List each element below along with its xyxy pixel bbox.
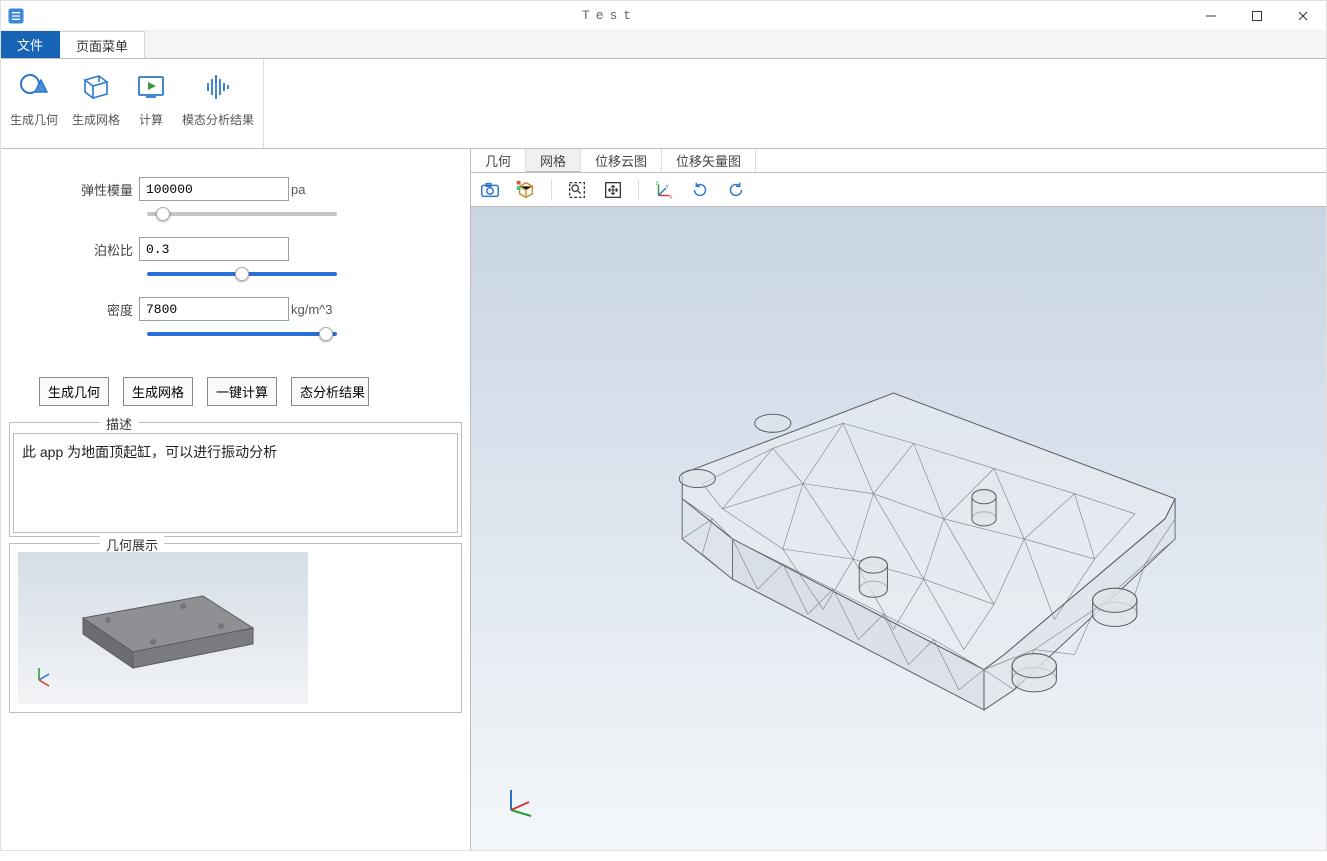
slider-poisson-row <box>69 265 452 297</box>
right-panel: 几何 网格 位移云图 位移矢量图 <box>471 149 1326 850</box>
geometry-icon <box>16 67 52 107</box>
window-title: Test <box>31 8 1188 23</box>
view-toolbar: z xy <box>471 173 1326 207</box>
ribbon-label: 模态分析结果 <box>182 107 254 128</box>
main-tab-strip: 文件 页面菜单 <box>1 31 1326 59</box>
axis-triad <box>501 780 541 820</box>
ribbon-label: 生成网格 <box>72 107 120 128</box>
axis-triad-icon[interactable]: z xy <box>651 177 677 203</box>
ribbon-label: 生成几何 <box>10 107 58 128</box>
minimize-button[interactable] <box>1188 1 1234 31</box>
screenshot-icon[interactable] <box>477 177 503 203</box>
input-density[interactable] <box>139 297 289 321</box>
btn-one-click-compute[interactable]: 一键计算 <box>207 377 277 406</box>
mesh-render <box>471 207 1326 861</box>
row-poisson: 泊松比 <box>69 237 452 261</box>
row-elastic-modulus: 弹性模量 pa <box>69 177 452 201</box>
tab-page-menu[interactable]: 页面菜单 <box>60 31 145 58</box>
close-button[interactable] <box>1280 1 1326 31</box>
slider-elastic-modulus-row <box>69 205 452 237</box>
input-elastic-modulus[interactable] <box>139 177 289 201</box>
btn-generate-geometry[interactable]: 生成几何 <box>39 377 109 406</box>
view-tab-mesh[interactable]: 网格 <box>526 149 581 173</box>
svg-text:x: x <box>670 194 673 200</box>
mesh-icon <box>78 67 114 107</box>
tab-file[interactable]: 文件 <box>1 31 60 58</box>
btn-generate-mesh[interactable]: 生成网格 <box>123 377 193 406</box>
label-elastic-modulus: 弹性模量 <box>69 180 139 199</box>
geometry-preview-svg <box>33 558 293 698</box>
btn-modal-analysis-result[interactable]: 态分析结果 <box>291 377 369 406</box>
ribbon-modal-result[interactable]: 模态分析结果 <box>175 63 261 144</box>
row-density: 密度 kg/m^3 <box>69 297 452 321</box>
app-icon <box>1 1 31 31</box>
svg-text:z: z <box>656 180 659 186</box>
slider-elastic-modulus[interactable] <box>147 212 337 216</box>
maximize-button[interactable] <box>1234 1 1280 31</box>
ribbon-compute[interactable]: 计算 <box>127 63 175 144</box>
toolbar-separator <box>638 179 639 201</box>
ribbon-generate-geometry[interactable]: 生成几何 <box>3 63 65 144</box>
wave-icon <box>200 67 236 107</box>
geometry-preview-fieldset: 几何展示 <box>9 543 462 713</box>
geometry-preview <box>18 552 308 704</box>
rotate-right-icon[interactable] <box>723 177 749 203</box>
description-fieldset: 描述 此 app 为地面顶起缸，可以进行振动分析 <box>9 422 462 537</box>
ribbon: 生成几何 生成网格 计 <box>1 59 1326 149</box>
svg-text:y: y <box>666 183 669 189</box>
ribbon-label: 计算 <box>139 107 163 128</box>
unit-elastic-modulus: pa <box>291 182 305 197</box>
3d-canvas[interactable] <box>471 207 1326 850</box>
slider-density[interactable] <box>147 332 337 336</box>
description-text[interactable]: 此 app 为地面顶起缸，可以进行振动分析 <box>13 433 458 533</box>
window-buttons <box>1188 1 1326 31</box>
title-bar: Test <box>1 1 1326 31</box>
view-tab-geometry[interactable]: 几何 <box>471 149 526 172</box>
ribbon-group: 生成几何 生成网格 计 <box>1 59 264 148</box>
view-tab-strip: 几何 网格 位移云图 位移矢量图 <box>471 149 1326 173</box>
left-panel: 弹性模量 pa 泊松比 密度 <box>1 149 471 850</box>
label-poisson: 泊松比 <box>69 240 139 259</box>
app-window: Test 文件 页面菜单 <box>0 0 1327 851</box>
slider-density-row <box>69 325 452 357</box>
zoom-box-icon[interactable] <box>564 177 590 203</box>
workspace: 弹性模量 pa 泊松比 密度 <box>1 149 1326 850</box>
fit-view-icon[interactable] <box>600 177 626 203</box>
rotate-left-icon[interactable] <box>687 177 713 203</box>
cube-view-icon[interactable] <box>513 177 539 203</box>
toolbar-separator <box>551 179 552 201</box>
compute-icon <box>133 67 169 107</box>
view-tab-displacement-contour[interactable]: 位移云图 <box>581 149 662 172</box>
slider-poisson[interactable] <box>147 272 337 276</box>
label-density: 密度 <box>69 300 139 319</box>
unit-density: kg/m^3 <box>291 302 333 317</box>
input-poisson[interactable] <box>139 237 289 261</box>
action-button-row: 生成几何 生成网格 一键计算 态分析结果 <box>9 367 462 416</box>
description-legend: 描述 <box>100 414 138 433</box>
parameter-table: 弹性模量 pa 泊松比 密度 <box>9 157 462 367</box>
view-tab-displacement-vector[interactable]: 位移矢量图 <box>662 149 756 172</box>
ribbon-generate-mesh[interactable]: 生成网格 <box>65 63 127 144</box>
